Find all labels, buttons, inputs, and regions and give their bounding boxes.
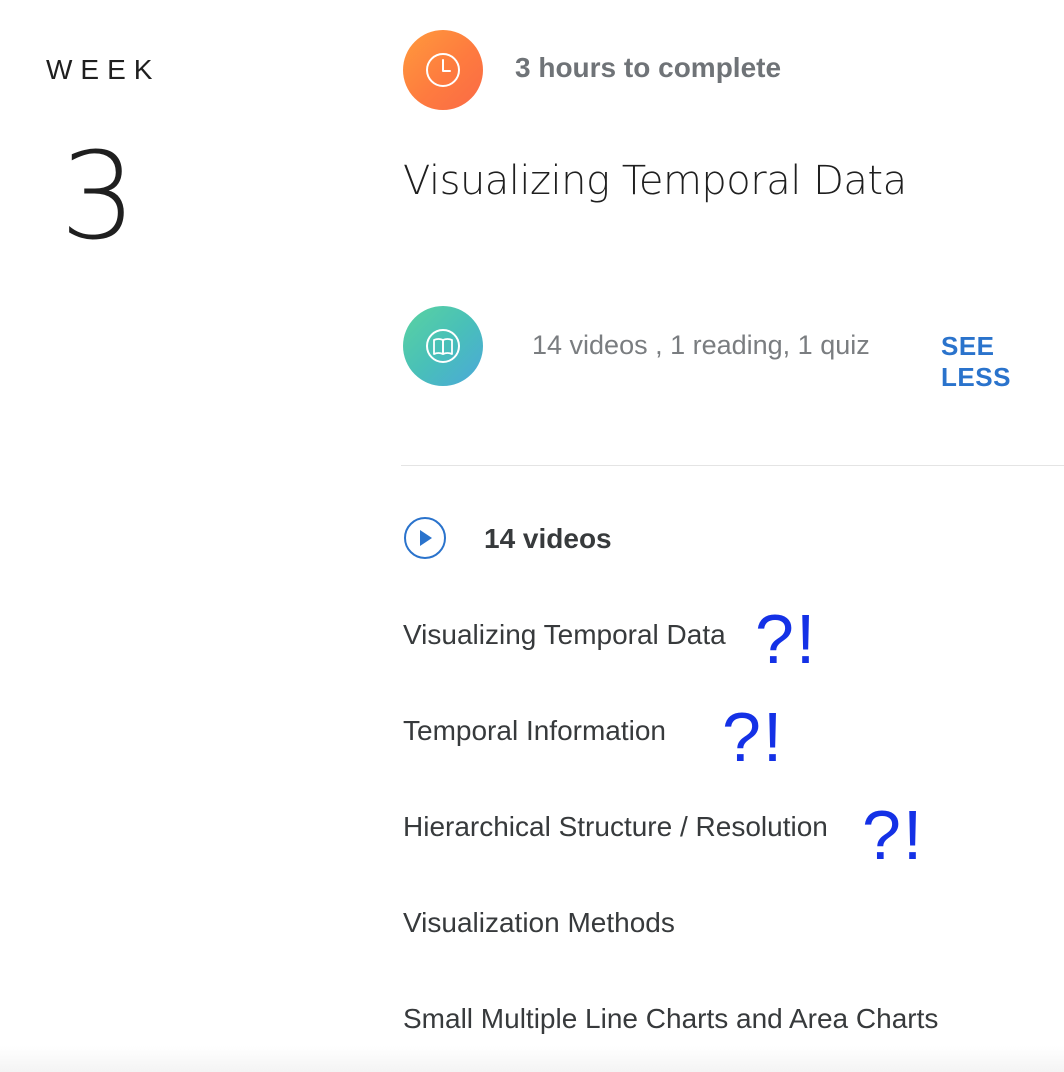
section-divider xyxy=(401,465,1064,466)
bottom-fade xyxy=(0,1046,1064,1072)
video-item[interactable]: Hierarchical Structure / Resolution xyxy=(403,811,828,843)
videos-heading: 14 videos xyxy=(484,523,612,554)
annotation-marker: ?! xyxy=(862,796,925,874)
duration-text: 3 hours to complete xyxy=(515,52,782,83)
video-item[interactable]: Visualizing Temporal Data xyxy=(403,619,726,651)
see-less-button[interactable]: SEE LESS xyxy=(941,331,1064,393)
content-summary: 14 videos , 1 reading, 1 quiz xyxy=(532,330,870,360)
annotation-marker: ?! xyxy=(755,600,818,678)
clock-icon xyxy=(403,30,483,110)
book-icon xyxy=(403,306,483,386)
module-title: Visualizing Temporal Data xyxy=(403,158,907,204)
video-item[interactable]: Small Multiple Line Charts and Area Char… xyxy=(403,1003,938,1035)
week-module-page: WEEK 3 3 hours to complete Visualizing T… xyxy=(0,0,1064,1072)
video-item[interactable]: Temporal Information xyxy=(403,715,666,747)
week-label: WEEK xyxy=(46,54,161,85)
week-number: 3 xyxy=(60,128,137,267)
play-icon[interactable] xyxy=(404,517,446,559)
annotation-marker: ?! xyxy=(722,698,785,776)
video-item[interactable]: Visualization Methods xyxy=(403,907,675,939)
